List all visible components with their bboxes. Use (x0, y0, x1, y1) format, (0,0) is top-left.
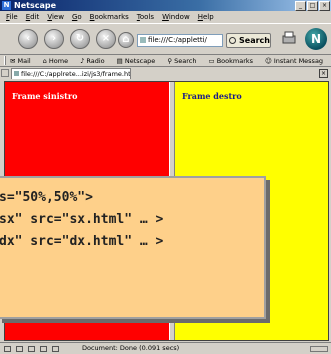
new-tab-button[interactable] (1, 69, 9, 77)
code-snippet-panel: s="50%,50%"> sx" src="sx.html" … > dx" s… (0, 176, 266, 319)
security-icon (310, 346, 328, 352)
navigator-icon[interactable] (4, 346, 11, 352)
toolbar-item-label: Bookmarks (216, 56, 254, 65)
toolbar-grip[interactable] (4, 56, 6, 65)
menu-window[interactable]: Window (162, 13, 190, 21)
close-tab-button[interactable]: × (319, 69, 328, 78)
code-line: dx" src="dx.html" … > (0, 234, 164, 249)
menu-file[interactable]: File (6, 13, 18, 21)
toolbar-item-home[interactable]: ⌂ Home (43, 57, 74, 65)
print-icon[interactable] (281, 30, 297, 46)
frame-left-title: Frame sinistro (12, 91, 78, 101)
toolbar-item-search[interactable]: ⚲ Search (167, 57, 202, 65)
toolbar-item-bookmarks[interactable]: ▭ Bookmarks (208, 57, 259, 65)
netscape-logo-icon[interactable]: N (305, 28, 327, 50)
menu-bar: File Edit View Go Bookmarks Tools Window… (0, 11, 331, 23)
toolbar-item-label: Radio (86, 56, 105, 65)
composer-icon[interactable] (28, 346, 35, 352)
netscape-app-icon: N (2, 1, 11, 10)
address-book-icon[interactable] (40, 346, 47, 352)
menu-edit[interactable]: Edit (26, 13, 40, 21)
search-button-label: Search (239, 36, 270, 45)
toolbar-item-label: Search (174, 56, 197, 65)
menu-help[interactable]: Help (198, 13, 214, 21)
close-button[interactable]: × (319, 1, 330, 11)
status-text: Document: Done (0.091 secs) (82, 344, 180, 352)
search-button[interactable]: Search (226, 33, 271, 48)
search-icon (229, 37, 236, 44)
url-input[interactable]: file:///C:/appletti/ (137, 34, 223, 47)
navigation-toolbar: ‹ › ↻ × ⌂ file:///C:/appletti/ Search N (0, 23, 331, 55)
tab-title: file:///C:/applrete...izi/js3/frame.html (21, 70, 131, 78)
tab-bar: file:///C:/applrete...izi/js3/frame.html… (0, 67, 331, 80)
mail-icon[interactable] (16, 346, 23, 352)
status-bar: Document: Done (0.091 secs) (0, 342, 331, 354)
frame-right-title: Frame destro (182, 91, 242, 101)
toolbar-item-label: Netscape (124, 56, 156, 65)
code-line: sx" src="sx.html" … > (0, 212, 164, 227)
menu-view[interactable]: View (47, 13, 64, 21)
maximize-button[interactable]: □ (307, 1, 318, 11)
menu-go[interactable]: Go (72, 13, 82, 21)
back-button[interactable]: ‹ (18, 29, 38, 49)
page-icon (14, 71, 19, 76)
personal-toolbar: ✉ Mail ⌂ Home ♪ Radio ▤ Netscape ⚲ Searc… (0, 55, 331, 67)
toolbar-item-label: Mail (17, 56, 31, 65)
toolbar-item-netscape[interactable]: ▤ Netscape (117, 57, 162, 65)
toolbar-item-mail[interactable]: ✉ Mail (10, 57, 37, 65)
minimize-button[interactable]: _ (295, 1, 306, 11)
stop-button[interactable]: × (96, 29, 116, 49)
menu-tools[interactable]: Tools (137, 13, 154, 21)
tab-frame-html[interactable]: file:///C:/applrete...izi/js3/frame.html (11, 68, 131, 79)
menu-bookmarks[interactable]: Bookmarks (90, 13, 129, 21)
window-title: Netscape (14, 1, 56, 10)
title-bar: N Netscape _ □ × (0, 0, 331, 11)
toolbar-item-label: Home (48, 56, 69, 65)
url-text: file:///C:/appletti/ (148, 36, 207, 44)
toolbar-item-instant-messenger[interactable]: ☺ Instant Messag (265, 57, 329, 65)
code-line: s="50%,50%"> (0, 190, 93, 205)
page-icon (140, 37, 146, 43)
toolbar-item-label: Instant Messag (273, 56, 324, 65)
logo-letter: N (310, 32, 322, 46)
home-button[interactable]: ⌂ (118, 32, 134, 48)
toolbar-item-radio[interactable]: ♪ Radio (80, 57, 110, 65)
window-controls: _ □ × (295, 1, 330, 11)
forward-button[interactable]: › (44, 29, 64, 49)
online-status-icon (52, 346, 59, 352)
browser-window: N Netscape _ □ × File Edit View Go Bookm… (0, 0, 331, 354)
reload-button[interactable]: ↻ (70, 29, 90, 49)
